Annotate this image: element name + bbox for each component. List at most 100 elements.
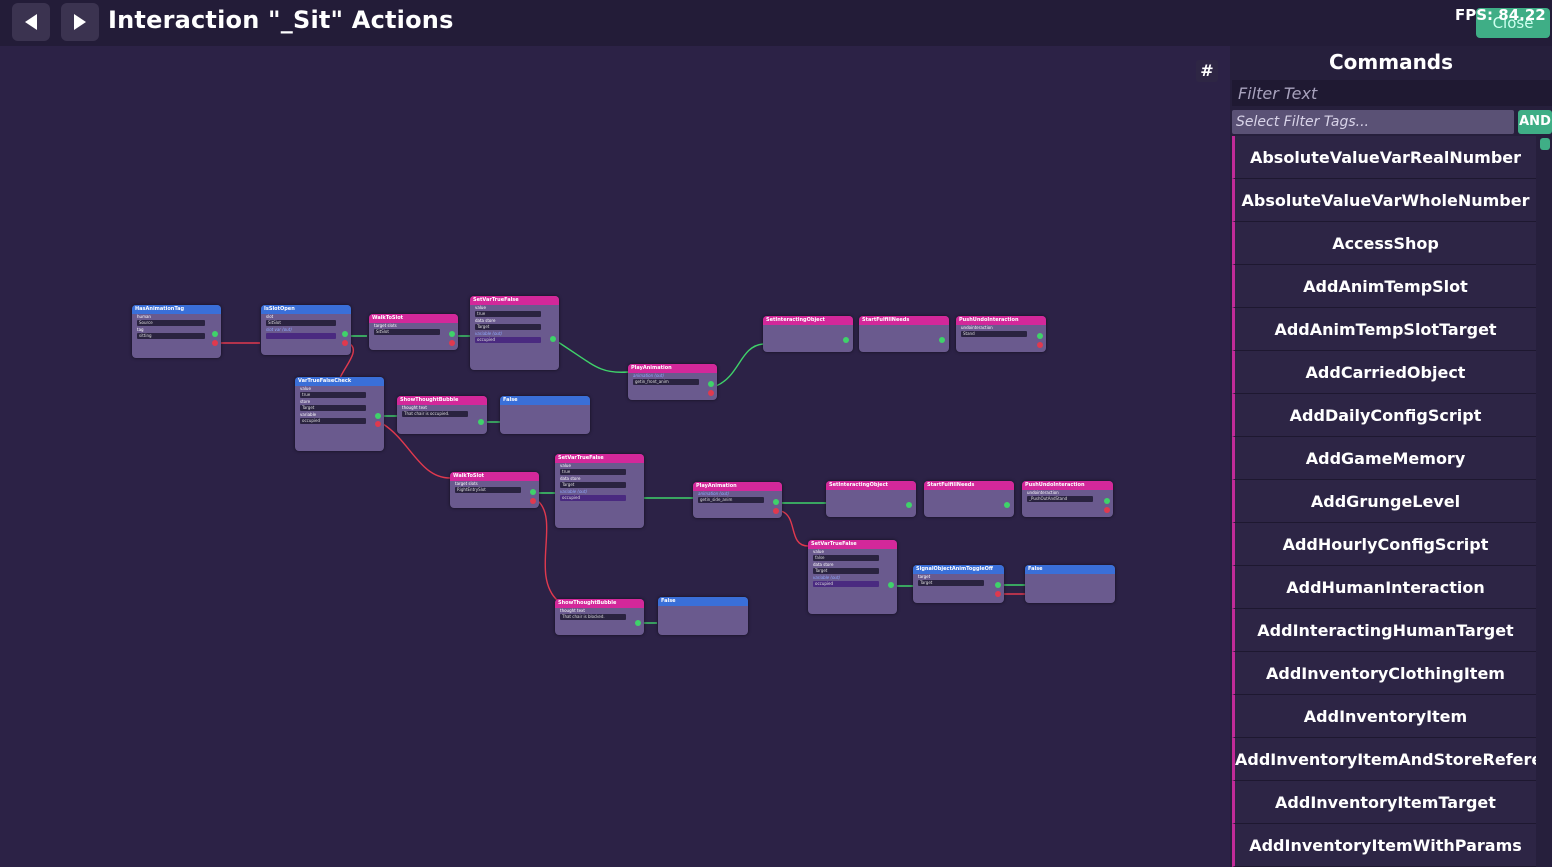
node-field[interactable]: Target	[813, 568, 879, 574]
graph-node[interactable]: False	[1025, 565, 1115, 603]
graph-node[interactable]: False	[658, 597, 748, 635]
graph-node[interactable]: StartFulfillNeeds	[924, 481, 1014, 517]
output-pin-true[interactable]	[708, 381, 714, 387]
node-field[interactable]: false	[813, 555, 879, 561]
node-field[interactable]: Target	[918, 580, 984, 586]
node-field[interactable]: occupied	[813, 581, 879, 587]
graph-node[interactable]: PushUndoInteraction undointeraction _Pus…	[1022, 481, 1113, 517]
command-item[interactable]: AddInventoryClothingItem	[1232, 652, 1536, 695]
node-field[interactable]: RightEntrySlot	[455, 487, 521, 493]
node-graph-canvas[interactable]: HasAnimationTag human Source tag sitting…	[0, 46, 1230, 867]
output-pin-false[interactable]	[449, 340, 455, 346]
grid-toggle-button[interactable]: #	[1196, 60, 1218, 82]
graph-node[interactable]: PushUndoInteraction undointeraction Stan…	[956, 316, 1046, 352]
output-pin-false[interactable]	[995, 591, 1001, 597]
output-pin-true[interactable]	[1004, 502, 1010, 508]
output-pin-true[interactable]	[773, 499, 779, 505]
node-field[interactable]: Stand	[961, 331, 1027, 337]
output-pin-false[interactable]	[1037, 342, 1043, 348]
and-toggle-button[interactable]: AND	[1518, 110, 1552, 134]
output-pin-false[interactable]	[342, 340, 348, 346]
graph-node[interactable]: HasAnimationTag human Source tag sitting	[132, 305, 221, 358]
output-pin-true[interactable]	[635, 620, 641, 626]
command-item[interactable]: AddInventoryItemTarget	[1232, 781, 1536, 824]
command-item[interactable]: AddHourlyConfigScript	[1232, 523, 1536, 566]
node-field[interactable]: sitting	[137, 333, 205, 339]
command-item[interactable]: AddGameMemory	[1232, 437, 1536, 480]
command-item[interactable]: AbsoluteValueVarRealNumber	[1232, 136, 1536, 179]
output-pin-true[interactable]	[995, 582, 1001, 588]
node-field[interactable]: SitSlot	[374, 329, 440, 335]
node-field[interactable]: occupied	[475, 337, 541, 343]
output-pin-false[interactable]	[1104, 507, 1110, 513]
command-item[interactable]: AddInteractingHumanTarget	[1232, 609, 1536, 652]
node-field[interactable]: Source	[137, 320, 205, 326]
output-pin-true[interactable]	[1104, 498, 1110, 504]
filter-tags-select[interactable]: Select Filter Tags...	[1232, 110, 1514, 134]
node-field[interactable]: That chair is blocked.	[560, 614, 626, 620]
node-field[interactable]: _PushOutAndStand	[1027, 496, 1093, 502]
graph-node[interactable]: SetInteractingObject	[763, 316, 853, 352]
node-field[interactable]: Target	[560, 482, 626, 488]
node-field[interactable]: getin_front_anim	[633, 379, 699, 385]
command-item[interactable]: AccessShop	[1232, 222, 1536, 265]
command-item[interactable]: AddInventoryItemWithParams	[1232, 824, 1536, 867]
output-pin-false[interactable]	[708, 390, 714, 396]
node-field[interactable]: occupied	[300, 418, 366, 424]
graph-node[interactable]: WalkToSlot target slots SitSlot	[369, 314, 458, 350]
output-pin-false[interactable]	[212, 340, 218, 346]
command-item[interactable]: AddCarriedObject	[1232, 351, 1536, 394]
graph-node[interactable]: SetInteractingObject	[826, 481, 916, 517]
output-pin-true[interactable]	[1037, 333, 1043, 339]
output-pin-true[interactable]	[550, 336, 556, 342]
output-pin-true[interactable]	[478, 419, 484, 425]
command-item[interactable]: AddHumanInteraction	[1232, 566, 1536, 609]
graph-node[interactable]: SetVarTrueFalse value true data store Ta…	[470, 296, 559, 370]
output-pin-false[interactable]	[773, 508, 779, 514]
graph-node[interactable]: IsSlotOpen slot SitSlot slot var (out)	[261, 305, 351, 355]
filter-text-input[interactable]	[1232, 80, 1552, 106]
output-pin-true[interactable]	[530, 489, 536, 495]
back-button[interactable]	[12, 3, 50, 41]
output-pin-true[interactable]	[939, 337, 945, 343]
node-field[interactable]: true	[300, 392, 366, 398]
command-item[interactable]: AbsoluteValueVarWholeNumber	[1232, 179, 1536, 222]
command-item[interactable]: AddAnimTempSlotTarget	[1232, 308, 1536, 351]
output-pin-true[interactable]	[342, 331, 348, 337]
node-field[interactable]: That chair is occupied.	[402, 411, 468, 417]
graph-node[interactable]: StartFulfillNeeds	[859, 316, 949, 352]
graph-node[interactable]: SetVarTrueFalse value false data store T…	[808, 540, 897, 614]
graph-node[interactable]: SetVarTrueFalse value true data store Ta…	[555, 454, 644, 528]
output-pin-true[interactable]	[906, 502, 912, 508]
graph-node[interactable]: PlayAnimation animation (out) getin_fron…	[628, 364, 717, 400]
output-pin-true[interactable]	[212, 331, 218, 337]
graph-node[interactable]: PlayAnimation animation (out) getin_side…	[693, 482, 782, 518]
output-pin-true[interactable]	[449, 331, 455, 337]
command-item[interactable]: AddDailyConfigScript	[1232, 394, 1536, 437]
graph-node[interactable]: ShowThoughtBubble thought text That chai…	[555, 599, 644, 635]
output-pin-true[interactable]	[375, 413, 381, 419]
graph-node[interactable]: WalkToSlot target slots RightEntrySlot	[450, 472, 539, 508]
graph-node[interactable]: ShowThoughtBubble thought text That chai…	[397, 396, 487, 434]
node-field[interactable]: getin_side_anim	[698, 497, 764, 503]
output-pin-true[interactable]	[843, 337, 849, 343]
command-item[interactable]: AddAnimTempSlot	[1232, 265, 1536, 308]
node-field[interactable]: occupied	[560, 495, 626, 501]
node-field[interactable]: Target	[300, 405, 366, 411]
command-item[interactable]: AddInventoryItemAndStoreReference	[1232, 738, 1536, 781]
command-item[interactable]: AddGrungeLevel	[1232, 480, 1536, 523]
graph-node[interactable]: VarTrueFalseCheck value true store Targe…	[295, 377, 384, 451]
scrollbar-thumb[interactable]	[1540, 138, 1550, 150]
output-pin-true[interactable]	[888, 582, 894, 588]
output-pin-false[interactable]	[530, 498, 536, 504]
node-field[interactable]: SitSlot	[266, 320, 336, 326]
command-item[interactable]: AddInventoryItem	[1232, 695, 1536, 738]
node-field[interactable]: true	[560, 469, 626, 475]
graph-node[interactable]: SignalObjectAnimToggleOff target Target	[913, 565, 1004, 603]
node-field[interactable]	[266, 333, 336, 339]
forward-button[interactable]	[61, 3, 99, 41]
node-field[interactable]: true	[475, 311, 541, 317]
node-field[interactable]: Target	[475, 324, 541, 330]
graph-node[interactable]: False	[500, 396, 590, 434]
output-pin-false[interactable]	[375, 421, 381, 427]
